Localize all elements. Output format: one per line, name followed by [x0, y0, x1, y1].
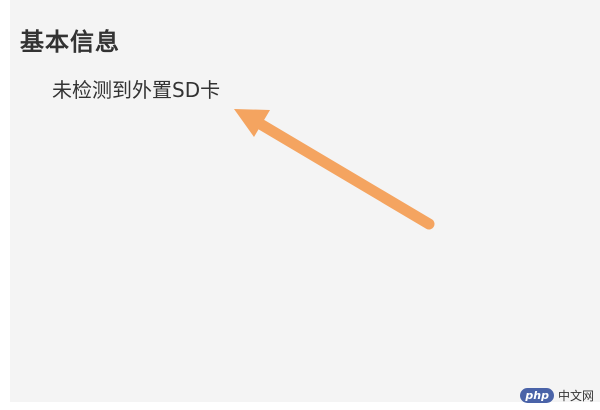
watermark-badge: php — [520, 388, 554, 403]
settings-panel: 基本信息 未检测到外置SD卡 — [0, 0, 600, 410]
watermark: php 中文网 — [520, 387, 594, 404]
section-title: 基本信息 — [20, 28, 120, 56]
sd-card-status: 未检测到外置SD卡 — [52, 78, 221, 102]
watermark-text: 中文网 — [557, 389, 594, 403]
